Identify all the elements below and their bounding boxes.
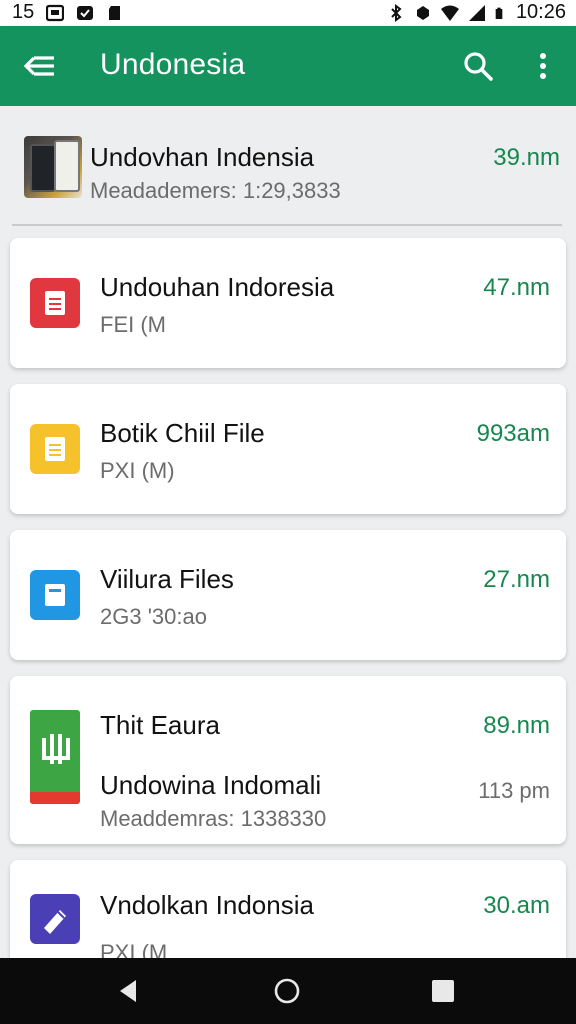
list-item[interactable]: Vndolkan Indonsia PXI (M 30.am bbox=[10, 860, 566, 958]
back-arrow-icon[interactable] bbox=[22, 50, 58, 82]
item-title: Botik Chiil File bbox=[100, 418, 265, 448]
edit-icon bbox=[30, 894, 80, 944]
nav-back-icon[interactable] bbox=[114, 976, 144, 1006]
list-item[interactable]: Botik Chiil File PXI (M) 993am bbox=[10, 384, 566, 514]
item-title-secondary: Undowina Indomali bbox=[100, 770, 322, 800]
page-title: Undonesia bbox=[100, 48, 246, 81]
more-vert-icon[interactable] bbox=[528, 48, 558, 84]
signal-icon bbox=[468, 4, 485, 21]
clock: 10:26 bbox=[515, 1, 566, 23]
document-icon bbox=[30, 424, 80, 474]
nav-home-icon[interactable] bbox=[272, 976, 302, 1006]
document-icon bbox=[30, 278, 80, 328]
navigation-bar bbox=[0, 958, 576, 1024]
list-item[interactable]: Undouhan Indoresia FEI (M 47.nm bbox=[10, 238, 566, 368]
app-icon bbox=[30, 710, 80, 804]
status-number: 15 bbox=[12, 1, 35, 23]
image-icon bbox=[46, 4, 65, 21]
nav-recents-icon[interactable] bbox=[428, 976, 458, 1006]
item-subtitle: PXI (M) bbox=[100, 458, 175, 483]
item-subtitle: Meaddemras: 1338330 bbox=[100, 806, 327, 831]
item-time: 27.nm bbox=[483, 566, 550, 593]
sd-card-icon bbox=[109, 5, 121, 20]
status-bar: 15 10:26 bbox=[0, 0, 576, 26]
item-subtitle: 2G3 '30:ao bbox=[100, 604, 207, 629]
item-subtitle: PXI (M bbox=[100, 940, 168, 958]
photo-thumbnail bbox=[24, 136, 82, 198]
item-subtitle: Meadademers: 1:29,3833 bbox=[90, 178, 341, 203]
search-icon[interactable] bbox=[460, 48, 496, 84]
item-time: 89.nm bbox=[483, 712, 550, 739]
list-item[interactable]: Viilura Files 2G3 '30:ao 27.nm bbox=[10, 530, 566, 660]
divider bbox=[12, 224, 562, 226]
item-title: Vndolkan Indonsia bbox=[100, 890, 314, 920]
bluetooth-icon bbox=[391, 3, 402, 22]
item-time-secondary: 113 pm bbox=[478, 778, 550, 803]
item-time: 39.nm bbox=[493, 144, 560, 171]
item-time: 993am bbox=[476, 420, 550, 447]
folder-icon bbox=[30, 570, 80, 620]
item-subtitle: FEI (M bbox=[100, 312, 166, 337]
item-title: Viilura Files bbox=[100, 564, 234, 594]
item-time: 30.am bbox=[483, 892, 550, 919]
list-item[interactable]: Undovhan Indensia Meadademers: 1:29,3833… bbox=[0, 106, 576, 224]
list-item[interactable]: Thit Eaura Undowina Indomali Meaddemras:… bbox=[10, 676, 566, 844]
file-list: Undovhan Indensia Meadademers: 1:29,3833… bbox=[0, 106, 576, 958]
wifi-icon bbox=[440, 5, 459, 21]
app-bar: Undonesia bbox=[0, 26, 576, 106]
sync-icon bbox=[77, 5, 94, 20]
vibrate-icon bbox=[416, 5, 429, 20]
item-title: Undovhan Indensia bbox=[90, 142, 315, 172]
battery-icon bbox=[495, 7, 503, 19]
item-time: 47.nm bbox=[483, 274, 550, 301]
item-title: Undouhan Indoresia bbox=[100, 272, 335, 302]
item-title: Thit Eaura bbox=[100, 710, 220, 740]
